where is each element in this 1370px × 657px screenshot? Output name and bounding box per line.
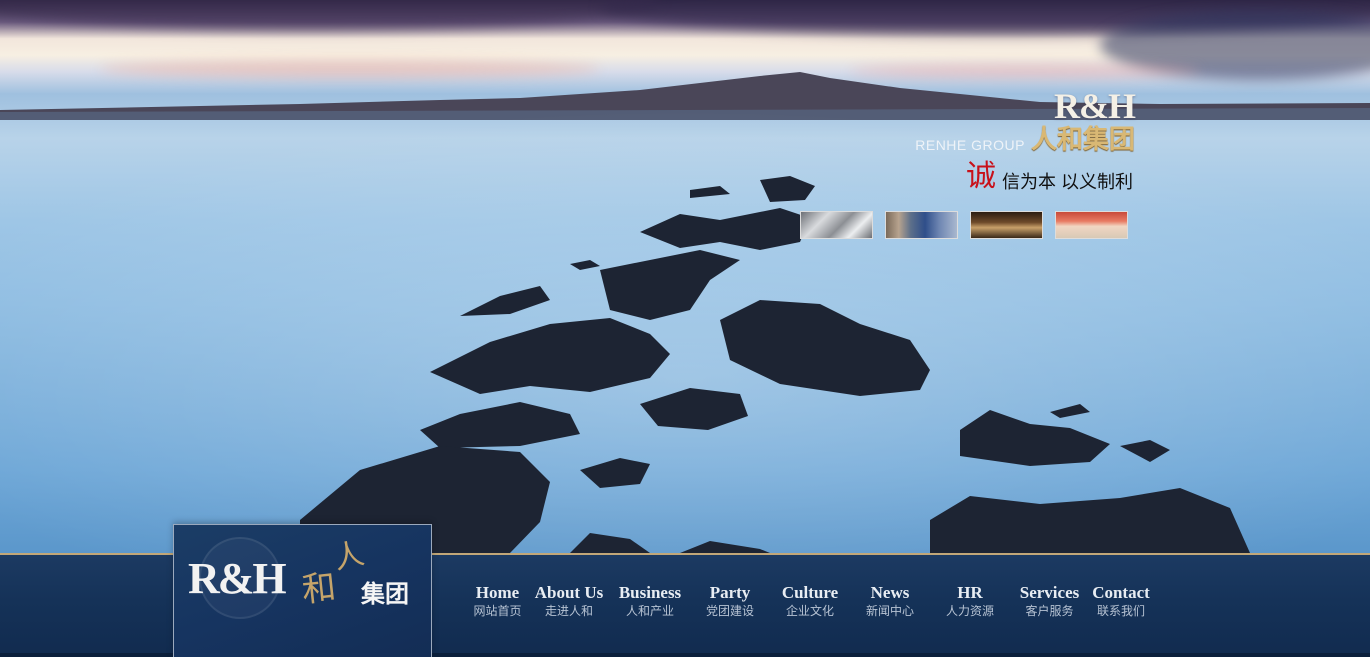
nav-item-about[interactable]: About Us 走进人和 (529, 583, 609, 619)
nav-item-en: About Us (534, 583, 604, 602)
logo-jituan-text: 集团 (361, 581, 409, 608)
rocks-in-sea (0, 110, 1370, 553)
logo-rh-text: R&H (188, 554, 287, 603)
nav-item-cn: 企业文化 (785, 604, 834, 618)
thumbnail-strip (800, 211, 1128, 239)
nav-item-business[interactable]: Business 人和产业 (609, 583, 691, 619)
brand-header: R&H RENHE GROUP 人和集团 (915, 86, 1136, 154)
buildings-thumb[interactable] (885, 211, 958, 239)
nav-item-contact[interactable]: Contact 联系我们 (1088, 583, 1154, 619)
nav-item-news[interactable]: News 新闻中心 (851, 583, 929, 619)
nav-item-cn: 人力资源 (945, 604, 994, 618)
nav-item-en: Services (1019, 583, 1080, 602)
nav-item-culture[interactable]: Culture 企业文化 (769, 583, 851, 619)
nav-item-en: News (870, 583, 910, 602)
nav-item-cn: 网站首页 (473, 604, 522, 618)
nav-item-cn: 客户服务 (1025, 604, 1074, 618)
logo-ren-char: 人 (330, 536, 368, 577)
nav-item-cn: 联系我们 (1096, 604, 1145, 618)
nav-item-cn: 走进人和 (544, 604, 593, 618)
nav-item-en: Business (618, 583, 682, 602)
company-logo[interactable]: R&H 人 和 集团 (173, 524, 432, 657)
nav-item-cn: 人和产业 (625, 604, 674, 618)
nav-item-hr[interactable]: HR 人力资源 (929, 583, 1011, 619)
brand-chinese-name: 人和集团 (1030, 124, 1135, 154)
nav-item-party[interactable]: Party 党团建设 (691, 583, 769, 619)
nav-item-en: Culture (781, 583, 839, 602)
logo-he-char: 和 (300, 567, 338, 611)
slogan-text: 信为本 以义制利 (1001, 172, 1133, 192)
nav-item-cn: 新闻中心 (865, 604, 914, 618)
slogan: 诚 信为本 以义制利 (966, 160, 1133, 194)
slogan-first-char: 诚 (965, 160, 996, 193)
nav-item-en: Party (709, 583, 751, 602)
nav-menu: Home 网站首页 About Us 走进人和 Business 人和产业 Pa… (466, 583, 1154, 619)
nav-item-home[interactable]: Home 网站首页 (466, 583, 529, 619)
steel-coils-thumb[interactable] (800, 211, 873, 239)
brand-english-name: RENHE GROUP (915, 137, 1025, 153)
nav-item-en: Home (475, 583, 520, 602)
nav-item-services[interactable]: Services 客户服务 (1011, 583, 1088, 619)
nav-item-en: HR (957, 583, 983, 602)
nav-item-en: Contact (1092, 583, 1150, 602)
shopfront-thumb[interactable] (970, 211, 1043, 239)
hero-banner (0, 0, 1370, 553)
nav-item-cn: 党团建设 (705, 604, 754, 618)
brand-logo-text: R&H (1054, 86, 1136, 126)
storefront-sign-thumb[interactable] (1055, 211, 1128, 239)
